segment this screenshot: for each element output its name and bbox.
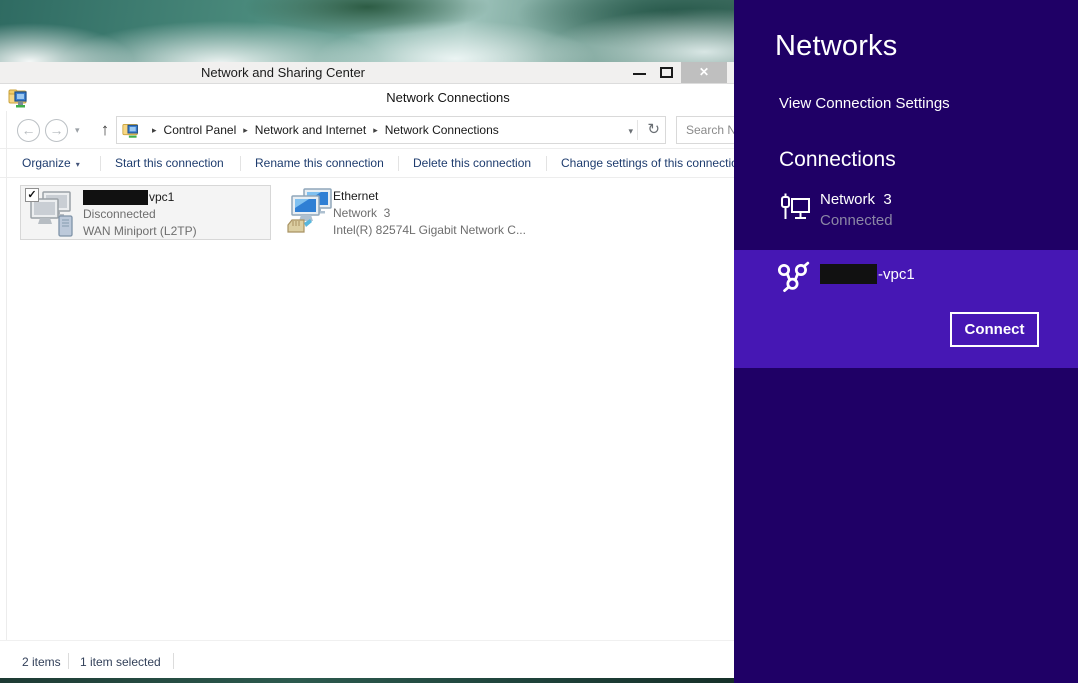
- back-icon: ←: [22, 122, 36, 138]
- item-name-suffix: vpc1: [149, 189, 174, 206]
- vpn-name: -vpc1: [820, 263, 915, 285]
- check-icon: ✓: [27, 189, 36, 201]
- network-folder-icon: [8, 87, 29, 113]
- breadcrumb-network-connections[interactable]: Network Connections: [385, 123, 499, 137]
- statusbar-separator: [173, 653, 174, 669]
- connections-list: ✓ vpc1 Disconnected WAN Miniport (L2TP): [0, 178, 734, 640]
- item-checkbox[interactable]: ✓: [25, 188, 39, 202]
- toolbar-separator: [240, 156, 241, 171]
- close-button[interactable]: ✕: [681, 62, 727, 83]
- item-name: vpc1: [83, 189, 197, 206]
- item-name: Ethernet: [333, 188, 526, 205]
- minimize-icon[interactable]: [633, 73, 646, 75]
- forward-button[interactable]: →: [45, 119, 68, 142]
- wired-network-icon: [779, 192, 811, 233]
- chevron-down-icon: ▾: [76, 160, 80, 169]
- panel-title: Networks: [775, 30, 897, 63]
- item-network: Network 3: [333, 205, 526, 222]
- breadcrumb-control-panel[interactable]: Control Panel: [164, 123, 237, 137]
- organize-menu[interactable]: Organize ▾: [22, 156, 80, 170]
- vpn-knot-icon: [775, 259, 811, 304]
- screen: Network and Sharing Center ✕ Network Con…: [0, 0, 1078, 683]
- forward-icon: →: [50, 122, 64, 138]
- titlebar[interactable]: Network Connections: [0, 84, 734, 111]
- breadcrumb-network-and-internet[interactable]: Network and Internet: [255, 123, 366, 137]
- connect-button[interactable]: Connect: [950, 312, 1039, 347]
- rename-connection-command[interactable]: Rename this connection: [255, 156, 384, 170]
- network-sharing-center-titlebar[interactable]: Network and Sharing Center ✕: [0, 62, 734, 84]
- panel-item-vpn-selected[interactable]: -vpc1 Connect: [734, 250, 1078, 368]
- change-settings-command[interactable]: Change settings of this connection: [561, 156, 744, 170]
- organize-label: Organize: [22, 156, 71, 170]
- breadcrumb-separator-icon: ▸: [236, 125, 255, 136]
- breadcrumb: ▸ Control Panel ▸ Network and Internet ▸…: [145, 117, 499, 143]
- selected-count: 1 item selected: [80, 655, 161, 669]
- item-device: WAN Miniport (L2TP): [83, 223, 197, 240]
- refresh-icon[interactable]: ↻: [647, 120, 660, 138]
- item-status: Disconnected: [83, 206, 197, 223]
- toolbar-separator: [100, 156, 101, 171]
- back-button[interactable]: ←: [17, 119, 40, 142]
- statusbar-separator: [68, 653, 69, 669]
- address-location-icon: [122, 121, 140, 144]
- breadcrumb-separator-icon: ▸: [145, 125, 164, 136]
- history-dropdown-icon[interactable]: ▾: [75, 125, 80, 136]
- command-toolbar: Organize ▾ Start this connection Rename t…: [0, 149, 734, 178]
- close-icon: ✕: [699, 65, 709, 79]
- address-separator: [637, 120, 638, 140]
- window-title: Network Connections: [386, 90, 510, 105]
- window-left-edge: [6, 111, 7, 674]
- maximize-icon[interactable]: [660, 67, 673, 78]
- network-status: Connected: [820, 212, 893, 229]
- up-button[interactable]: ↑: [94, 118, 116, 142]
- status-bar: 2 items 1 item selected: [0, 640, 734, 678]
- connections-heading: Connections: [779, 148, 896, 172]
- toolbar-separator: [546, 156, 547, 171]
- window-title: Network and Sharing Center: [201, 65, 365, 80]
- start-connection-command[interactable]: Start this connection: [115, 156, 224, 170]
- address-dropdown-icon[interactable]: ▾: [628, 126, 633, 137]
- redaction-box: [83, 190, 148, 205]
- delete-connection-command[interactable]: Delete this connection: [413, 156, 531, 170]
- address-bar-row: ← → ▾ ↑ ▸ Control Panel ▸ Network: [0, 111, 734, 149]
- networks-charm-panel: Networks View Connection Settings Connec…: [734, 0, 1078, 683]
- list-item-ethernet[interactable]: Ethernet Network 3 Intel(R) 82574L Gigab…: [283, 185, 523, 240]
- address-bar[interactable]: ▸ Control Panel ▸ Network and Internet ▸…: [116, 116, 666, 144]
- list-item-vpn[interactable]: ✓ vpc1 Disconnected WAN Miniport (L2TP): [20, 185, 271, 240]
- view-connection-settings-link[interactable]: View Connection Settings: [779, 95, 950, 112]
- network-name: Network 3: [820, 191, 892, 208]
- vpn-name-suffix: -vpc1: [878, 266, 915, 283]
- item-device: Intel(R) 82574L Gigabit Network C...: [333, 222, 526, 239]
- up-icon: ↑: [101, 120, 110, 139]
- items-count: 2 items: [22, 655, 61, 669]
- breadcrumb-separator-icon: ▸: [366, 125, 385, 136]
- toolbar-separator: [398, 156, 399, 171]
- panel-item-network3[interactable]: Network 3 Connected: [734, 186, 1078, 238]
- network-connections-window: Network Connections ← → ▾ ↑ ▸ Contro: [0, 84, 734, 678]
- redaction-box: [820, 264, 877, 284]
- ethernet-connection-icon: [286, 187, 336, 242]
- desktop-wallpaper-bottom-sliver: [0, 678, 734, 683]
